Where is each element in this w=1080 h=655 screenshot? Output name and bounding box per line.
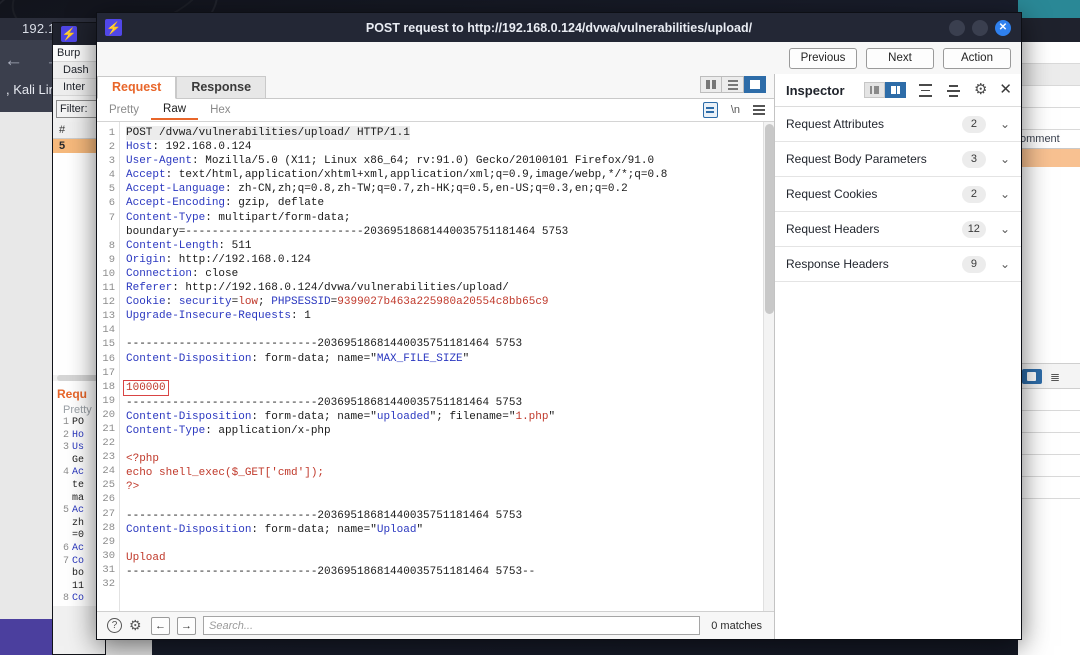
chevron-down-icon[interactable]: ⌄ [1000, 187, 1010, 201]
maximize-button[interactable] [972, 19, 988, 36]
expand-all-icon[interactable] [918, 82, 934, 98]
find-toolbar: ? ⚙ ← → 0 matches [97, 611, 774, 639]
background-right-row [1018, 64, 1080, 86]
scrollbar-thumb[interactable] [765, 124, 774, 314]
inspector-empty-area [775, 282, 1021, 639]
chevron-down-icon[interactable]: ⌄ [1000, 152, 1010, 166]
window-title: POST request to http://192.168.0.124/dvw… [365, 20, 753, 35]
inspector-section-count: 9 [961, 255, 986, 273]
inspector-section-request-body-parameters[interactable]: Request Body Parameters 3 ⌄ [775, 142, 1021, 177]
editor-vertical-scrollbar[interactable] [763, 122, 774, 611]
inspector-title: Inspector [786, 82, 845, 98]
background-right-list-area [1018, 167, 1080, 363]
inspector-close-icon[interactable]: ✕ [999, 82, 1012, 98]
find-next-button[interactable]: → [177, 616, 196, 635]
inspector-section-count: 3 [961, 150, 986, 168]
inspector-section-label: Request Cookies [786, 187, 878, 201]
action-button[interactable]: Action [943, 47, 1011, 69]
format-tools: \n [702, 102, 765, 118]
word-wrap-icon[interactable] [702, 102, 718, 118]
background-right-row [1018, 433, 1080, 455]
minimize-button[interactable] [949, 19, 965, 36]
collapse-all-icon[interactable] [946, 82, 962, 98]
inspector-section-count: 12 [961, 220, 986, 238]
inspector-header: Inspector ⚙ ✕ [775, 74, 1021, 107]
background-browser-tab-label[interactable]: , Kali Lin [6, 82, 56, 97]
inspector-section-request-headers[interactable]: Request Headers 12 ⌄ [775, 212, 1021, 247]
format-tabs: Pretty Raw Hex \n [97, 99, 774, 122]
split-horizontal-icon[interactable] [722, 76, 744, 93]
background-right-row [1018, 455, 1080, 477]
request-response-tabs: Request Response [97, 74, 774, 99]
background-right-toolbar: ≣ [1018, 363, 1080, 389]
inspector-layout-right-icon[interactable] [884, 82, 906, 98]
next-button[interactable]: Next [866, 47, 934, 69]
inspector-sections: Request Attributes 2 ⌄ Request Body Paramet… [775, 107, 1021, 282]
inspector-layout-left-icon[interactable] [863, 82, 885, 98]
background-right-accent-bar [1018, 0, 1080, 18]
inspector-section-label: Request Body Parameters [786, 152, 927, 166]
request-code-area[interactable]: 1234567 8 9 10 11 12 13 14 15 16 17 18 19 20 21 22 23 24… [97, 122, 774, 611]
background-right-row [1018, 86, 1080, 108]
chevron-down-icon[interactable]: ⌄ [1000, 222, 1010, 236]
background-right-row [1018, 42, 1080, 64]
gear-icon[interactable]: ⚙ [129, 618, 144, 633]
help-icon[interactable]: ? [107, 618, 122, 633]
message-editor-pane: Request Response Pretty Raw Hex \n 1 2 3… [97, 74, 775, 639]
background-right-titlebar [1018, 18, 1080, 42]
match-count-label: 0 matches [711, 619, 762, 632]
window-titlebar[interactable]: ⚡ POST request to http://192.168.0.124/d… [97, 13, 1021, 42]
inspector-section-count: 2 [961, 185, 986, 203]
newline-icon[interactable]: \n [731, 104, 740, 116]
background-right-comment-column: omment [1018, 130, 1080, 149]
background-right-expand-icon[interactable]: ≣ [1050, 370, 1060, 384]
line-number-gutter: 1234567 8 9 10 11 12 13 14 15 16 17 18 19 20 21 22 23 24… [97, 122, 120, 611]
background-right-selected-row[interactable] [1018, 149, 1080, 167]
window-body: Previous Next Action Request Response Pr… [97, 42, 1021, 639]
inspector-pane: Inspector ⚙ ✕ Request Attributes 2 ⌄ Req… [775, 74, 1021, 639]
find-previous-button[interactable]: ← [151, 616, 170, 635]
background-right-row [1018, 389, 1080, 411]
chevron-down-icon[interactable]: ⌄ [1000, 117, 1010, 131]
split-vertical-icon[interactable] [700, 76, 722, 93]
inspector-section-count: 2 [961, 115, 986, 133]
burp-logo-icon: ⚡ [105, 19, 122, 36]
background-right-layout-toggle-icon[interactable] [1022, 369, 1042, 384]
window-controls [949, 19, 1011, 36]
inspector-layout-toggle [863, 82, 906, 98]
request-raw-text[interactable]: POST /dvwa/vulnerabilities/upload/ HTTP/… [120, 122, 774, 611]
burp-repeater-window[interactable]: ⚡ POST request to http://192.168.0.124/d… [96, 12, 1022, 640]
chevron-down-icon[interactable]: ⌄ [1000, 257, 1010, 271]
tab-raw[interactable]: Raw [151, 101, 199, 120]
inspector-gear-icon[interactable]: ⚙ [974, 82, 987, 98]
inspector-section-label: Request Attributes [786, 117, 885, 131]
tab-hex[interactable]: Hex [198, 102, 242, 119]
background-right-window[interactable]: omment ≣ [1018, 0, 1080, 655]
inspector-section-label: Request Headers [786, 222, 880, 236]
close-button[interactable] [995, 19, 1011, 36]
tab-response[interactable]: Response [176, 76, 267, 98]
layout-toggle-group [700, 76, 766, 93]
tab-pretty[interactable]: Pretty [97, 102, 151, 119]
menu-icon[interactable] [753, 105, 765, 115]
background-right-row [1018, 477, 1080, 499]
main-split: Request Response Pretty Raw Hex \n 1 2 3… [97, 74, 1021, 639]
inspector-section-label: Response Headers [786, 257, 889, 271]
inspector-section-response-headers[interactable]: Response Headers 9 ⌄ [775, 247, 1021, 282]
background-burp-logo-icon: ⚡ [61, 26, 77, 42]
background-right-row [1018, 411, 1080, 433]
action-toolbar: Previous Next Action [97, 42, 1021, 74]
background-right-row [1018, 108, 1080, 130]
inspector-section-request-attributes[interactable]: Request Attributes 2 ⌄ [775, 107, 1021, 142]
previous-button[interactable]: Previous [789, 47, 857, 69]
inspector-header-icons: ⚙ ✕ [863, 82, 1012, 98]
tab-request[interactable]: Request [97, 76, 177, 99]
search-input[interactable] [203, 616, 701, 635]
inspector-section-request-cookies[interactable]: Request Cookies 2 ⌄ [775, 177, 1021, 212]
single-pane-icon[interactable] [744, 76, 766, 93]
